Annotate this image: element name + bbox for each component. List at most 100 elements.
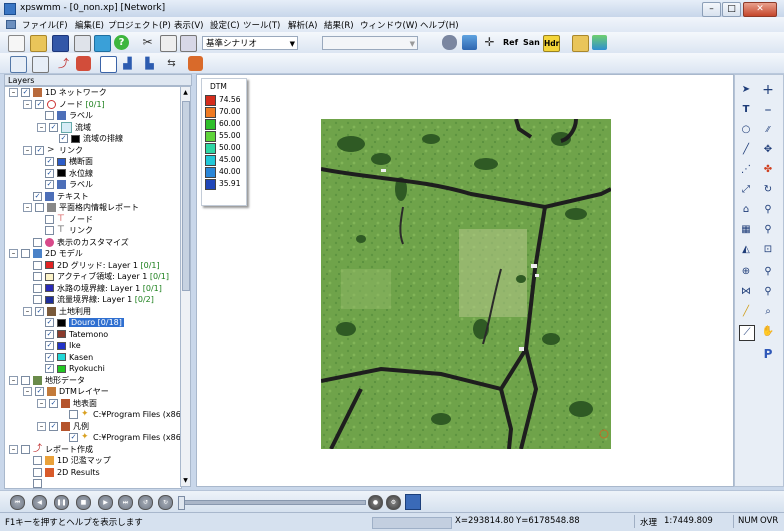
- secondary-select[interactable]: ▼: [322, 36, 418, 50]
- tree-node-water-level[interactable]: ✓ 水位線: [45, 168, 93, 180]
- checkbox[interactable]: [33, 237, 42, 247]
- area-fill-icon[interactable]: ◭: [739, 243, 753, 257]
- checkbox[interactable]: [45, 214, 54, 224]
- tree-node-links[interactable]: – ✓ > リンク: [23, 145, 83, 157]
- loop-end-icon[interactable]: ↻: [158, 495, 173, 510]
- tree-node-2d-results[interactable]: 2D Results: [33, 467, 100, 479]
- ref-button[interactable]: Ref: [503, 35, 518, 50]
- flow-icon[interactable]: ⇆: [164, 56, 179, 71]
- ruler-icon[interactable]: ╱: [739, 305, 753, 319]
- slider-thumb[interactable]: [178, 496, 185, 510]
- checkbox[interactable]: ✓: [45, 352, 54, 362]
- map-view[interactable]: DTM 74.56 70.00 60.00 55.00 50.00 45.00 …: [196, 74, 734, 487]
- tree-node-2d-model[interactable]: – 2D モデル: [9, 248, 83, 260]
- tree-node-surface-file[interactable]: ✦ C:¥Program Files (x86)¥XP S: [69, 409, 181, 421]
- cut-icon[interactable]: ✂: [140, 35, 155, 50]
- zoom-window-icon[interactable]: ⊡: [761, 243, 775, 257]
- menu-view[interactable]: 表示(V): [174, 19, 203, 31]
- tree-node-kasen[interactable]: ✓ Kasen: [45, 352, 93, 364]
- minus-icon[interactable]: –: [761, 103, 775, 117]
- checkbox[interactable]: [21, 444, 30, 454]
- tree-node-catchment[interactable]: – ✓ 流域: [37, 121, 91, 134]
- stop-icon[interactable]: ■: [76, 495, 91, 510]
- tree-node-tatemono[interactable]: ✓ Tatemono: [45, 329, 108, 341]
- maximize-button[interactable]: □: [722, 2, 741, 17]
- collapse-icon[interactable]: –: [23, 99, 32, 109]
- line-icon[interactable]: ╱: [739, 143, 753, 157]
- checkbox[interactable]: ✓: [45, 364, 54, 373]
- profile-icon[interactable]: ▙: [142, 56, 157, 71]
- checkbox[interactable]: ✓: [35, 99, 44, 109]
- zoom-out-icon[interactable]: ⚲: [761, 223, 775, 237]
- checkbox[interactable]: ✓: [35, 306, 44, 316]
- measure-icon[interactable]: ⌕: [761, 305, 775, 319]
- tree-node-customize[interactable]: 表示のカスタマイズ: [33, 237, 129, 249]
- menu-settings[interactable]: 設定(C): [210, 19, 240, 31]
- checkbox[interactable]: [21, 249, 30, 258]
- paste-icon[interactable]: [180, 35, 197, 52]
- play-icon[interactable]: ▶: [98, 495, 113, 510]
- checkbox[interactable]: ✓: [45, 318, 54, 327]
- circle-icon[interactable]: ○: [739, 123, 753, 137]
- tree-node-landuse[interactable]: – ✓ 土地利用: [23, 306, 91, 318]
- tree-node-report-creation[interactable]: – ⤴ レポート作成: [9, 444, 93, 456]
- help-icon[interactable]: ?: [114, 35, 129, 50]
- checkbox[interactable]: ✓: [69, 433, 78, 442]
- node-tool-icon[interactable]: ⋈: [739, 285, 753, 299]
- tree-node-report-link[interactable]: ⊤ リンク: [45, 225, 93, 237]
- tree-node-1d-network[interactable]: – ✓ 1D ネットワーク: [9, 87, 107, 99]
- checkbox[interactable]: ✓: [59, 134, 68, 143]
- split-line-icon[interactable]: ⤢: [739, 183, 753, 197]
- tree-node-channel-boundary[interactable]: 水路の境界線: Layer 1 [0/1]: [33, 283, 162, 295]
- tree-node-report-node[interactable]: ⊤ ノード: [45, 214, 93, 226]
- checkbox[interactable]: [33, 295, 42, 304]
- tree-node-link-label[interactable]: ✓ ラベル: [45, 179, 93, 191]
- properties-icon[interactable]: P: [761, 347, 775, 361]
- collapse-icon[interactable]: –: [9, 375, 18, 385]
- loop-icon[interactable]: ↺: [138, 495, 153, 510]
- scrollbar-thumb[interactable]: [182, 101, 190, 291]
- tree-node-douro[interactable]: ✓ Douro [0/18]: [45, 317, 124, 329]
- wrench-icon[interactable]: [188, 56, 203, 71]
- checkbox[interactable]: ✓: [45, 329, 54, 339]
- collapse-icon[interactable]: –: [9, 444, 18, 454]
- record-icon[interactable]: ●: [368, 495, 383, 510]
- tree-node-dtm-layer[interactable]: – ✓ DTMレイヤー: [23, 386, 109, 398]
- collapse-icon[interactable]: –: [37, 421, 46, 431]
- checkbox[interactable]: [33, 272, 42, 281]
- collapse-icon[interactable]: –: [9, 249, 18, 258]
- tree-node-legend[interactable]: – ✓ 凡例: [37, 421, 89, 433]
- export-icon[interactable]: [405, 494, 421, 510]
- map-image-icon[interactable]: [592, 35, 607, 50]
- collapse-icon[interactable]: –: [23, 387, 32, 396]
- checkbox[interactable]: ✓: [45, 168, 54, 178]
- menu-results[interactable]: 結果(R): [324, 19, 354, 31]
- new-file-icon[interactable]: [8, 35, 25, 52]
- tree-node-nodes[interactable]: – ✓ ノード [0/1]: [23, 99, 105, 111]
- preview-icon[interactable]: [94, 35, 111, 52]
- pointer-icon[interactable]: ➤: [739, 83, 753, 97]
- polygon-icon[interactable]: ⌂: [739, 203, 753, 217]
- open-folder-icon[interactable]: [30, 35, 47, 52]
- checkbox[interactable]: [35, 203, 44, 212]
- checkbox[interactable]: [33, 467, 42, 477]
- scenario-select[interactable]: 基準シナリオ ▼: [202, 36, 298, 50]
- checkbox[interactable]: [33, 479, 42, 488]
- dashed-line-icon[interactable]: ⋰: [739, 163, 753, 177]
- checkbox[interactable]: [21, 375, 30, 385]
- checkbox[interactable]: ✓: [35, 387, 44, 396]
- collapse-icon[interactable]: –: [23, 145, 32, 155]
- checkbox[interactable]: ✓: [49, 122, 58, 132]
- skip-start-icon[interactable]: ⏮: [10, 495, 25, 510]
- hand-pan-icon[interactable]: ✋: [761, 325, 775, 339]
- zoom-minus-icon[interactable]: ⚲: [761, 285, 775, 299]
- all-select-icon[interactable]: ⁄⁄: [761, 123, 775, 137]
- document-icon[interactable]: ▦: [739, 223, 753, 237]
- step-back-icon[interactable]: ◀: [32, 495, 47, 510]
- collapse-icon[interactable]: –: [37, 122, 46, 132]
- checkbox[interactable]: [33, 456, 42, 465]
- folder-icon[interactable]: [572, 35, 589, 52]
- checkbox[interactable]: ✓: [45, 341, 54, 350]
- checkbox[interactable]: ✓: [33, 191, 42, 201]
- scroll-up-icon[interactable]: ▲: [181, 87, 190, 98]
